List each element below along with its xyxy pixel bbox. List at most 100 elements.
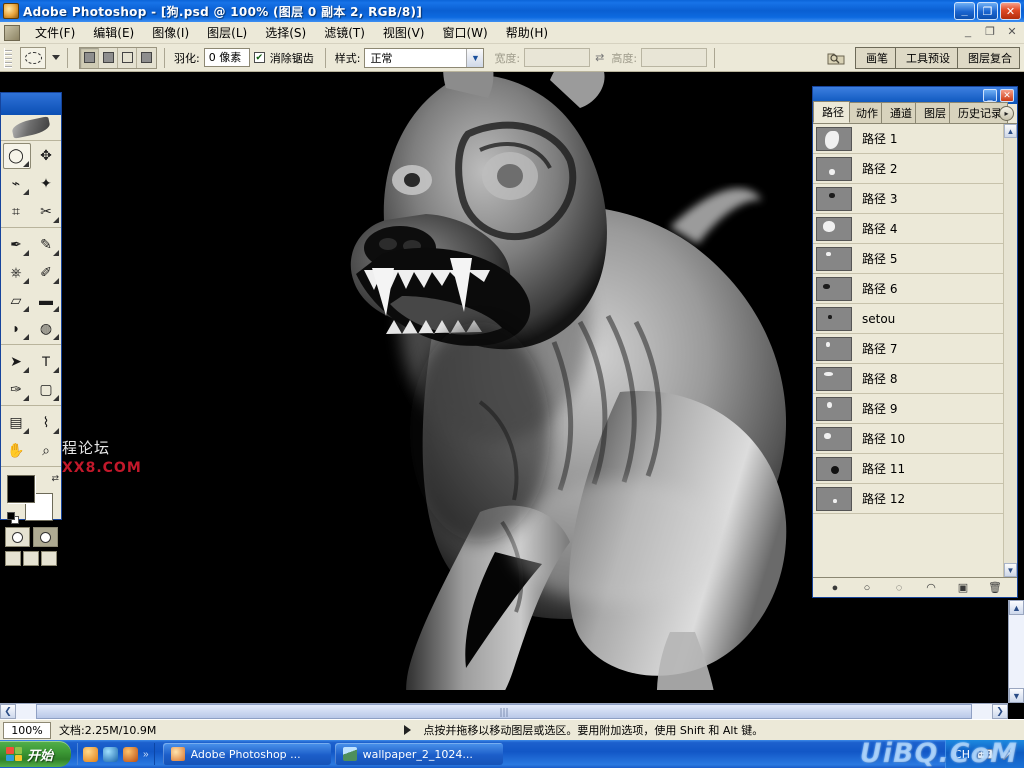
tab-actions[interactable]: 动作 [847,102,884,123]
start-button[interactable]: 开始 [0,741,71,767]
tool-dodge[interactable]: ◍ [31,314,61,342]
stroke-path-icon[interactable]: ○ [859,580,875,595]
quicklaunch-overflow-icon[interactable]: » [143,749,149,760]
scroll-left-button[interactable]: ❮ [0,704,16,719]
load-path-as-selection-icon[interactable]: ◌ [891,580,907,595]
tool-hand[interactable]: ✋ [1,436,31,464]
menu-file[interactable]: 文件(F) [26,22,84,43]
chevron-down-icon[interactable]: ▼ [466,49,483,67]
tool-rounded-rectangle[interactable]: ▢ [31,375,61,403]
horizontal-scroll-track[interactable] [16,704,992,719]
keyboard-icon[interactable] [977,747,993,761]
document-size-info[interactable]: 文档:2.25M/10.9M [59,722,156,738]
close-button[interactable]: ✕ [1000,2,1021,20]
tool-history-brush[interactable]: ✐ [31,258,61,286]
palette-tab-tool-presets[interactable]: 工具预设 [895,47,957,69]
document-restore-button[interactable]: ❐ [982,24,998,39]
intersect-selection-button[interactable] [137,48,156,68]
zoom-level-input[interactable]: 100% [3,722,51,739]
palette-minimize-button[interactable]: _ [983,89,997,102]
horizontal-scroll-thumb[interactable] [36,704,973,719]
fill-path-icon[interactable]: ● [827,580,843,595]
tab-paths[interactable]: 路径 [813,101,850,123]
default-colors-icon[interactable] [7,512,20,525]
scroll-up-button[interactable]: ▲ [1009,600,1024,615]
path-list-item[interactable]: setou [813,304,1003,334]
tool-blur[interactable]: ◗ [1,314,31,342]
full-screen-menubar-mode-button[interactable] [23,551,39,566]
tool-magic-wand[interactable]: ✦ [31,169,61,197]
scroll-down-button[interactable]: ▼ [1009,688,1024,703]
new-selection-button[interactable] [80,48,99,68]
maximize-button[interactable]: ❐ [977,2,998,20]
tool-type[interactable]: T [31,347,61,375]
tool-notes[interactable]: ▤ [1,408,31,436]
menu-help[interactable]: 帮助(H) [497,22,557,43]
ime-pen-icon[interactable] [1000,747,1016,761]
new-path-icon[interactable]: ▣ [955,580,971,595]
style-select[interactable]: 正常 ▼ [364,48,484,68]
path-list-item[interactable]: 路径 12 [813,484,1003,514]
standard-screen-mode-button[interactable] [5,551,21,566]
document-minimize-button[interactable]: _ [960,24,976,39]
swap-colors-icon[interactable]: ⇄ [51,473,59,484]
path-list-item[interactable]: 路径 11 [813,454,1003,484]
palette-tab-layer-comps[interactable]: 图层复合 [957,47,1020,69]
path-list-item[interactable]: 路径 10 [813,424,1003,454]
palette-close-button[interactable]: ✕ [1000,89,1014,102]
width-input[interactable] [524,48,590,67]
palette-menu-icon[interactable]: ▸ [999,106,1014,121]
tab-layers[interactable]: 图层 [915,102,952,123]
vertical-scrollbar[interactable]: ▲ ▼ [1008,600,1024,703]
quicklaunch-browser-icon[interactable] [83,747,98,762]
scroll-right-button[interactable]: ❯ [992,704,1008,719]
current-tool-preview[interactable] [20,47,46,69]
file-browser-icon[interactable] [825,48,847,68]
foreground-color-swatch[interactable] [7,475,35,503]
palette-scrollbar[interactable]: ▲ ▼ [1003,124,1017,577]
tool-slice[interactable]: ✂ [31,197,61,225]
tool-gradient[interactable]: ▬ [31,286,61,314]
quicklaunch-firefox-icon[interactable] [123,747,138,762]
toolbox-title-bar[interactable] [1,93,61,115]
tool-healing-brush[interactable]: ✒ [1,230,31,258]
feather-input[interactable]: 0 像素 [204,48,250,67]
menu-edit[interactable]: 编辑(E) [84,22,143,43]
menu-image[interactable]: 图像(I) [143,22,198,43]
tab-channels[interactable]: 通道 [881,102,918,123]
horizontal-scrollbar[interactable]: ❮ ❯ [0,703,1008,719]
path-list-item[interactable]: 路径 2 [813,154,1003,184]
paths-list[interactable]: 路径 1 路径 2 路径 3 路径 4 路径 5 [813,124,1003,577]
tool-crop[interactable]: ⌗ [1,197,31,225]
status-menu-arrow-icon[interactable] [404,725,411,735]
delete-path-trash-icon[interactable]: 🗑 [987,580,1003,595]
scroll-up-button[interactable]: ▲ [1004,124,1017,138]
path-list-item[interactable]: 路径 5 [813,244,1003,274]
tool-clone-stamp[interactable]: ⎈ [1,258,31,286]
height-input[interactable] [641,48,707,67]
add-to-selection-button[interactable] [99,48,118,68]
tool-brush[interactable]: ✎ [31,230,61,258]
path-list-item[interactable]: 路径 6 [813,274,1003,304]
antialias-checkbox[interactable]: ✔ 消除锯齿 [254,50,318,66]
tool-path-selection[interactable]: ➤ [1,347,31,375]
tool-preset-chevron-down-icon[interactable] [52,55,60,60]
quicklaunch-ie-icon[interactable] [103,747,118,762]
path-list-item[interactable]: 路径 7 [813,334,1003,364]
menu-select[interactable]: 选择(S) [256,22,315,43]
language-indicator[interactable]: CH [954,748,970,761]
palette-tab-brushes[interactable]: 画笔 [855,47,895,69]
path-list-item[interactable]: 路径 8 [813,364,1003,394]
quick-mask-mode-button[interactable] [33,527,58,547]
path-list-item[interactable]: 路径 1 [813,124,1003,154]
tool-lasso[interactable]: ⌁ [1,169,31,197]
path-list-item[interactable]: 路径 9 [813,394,1003,424]
tool-zoom[interactable]: ⌕ [31,436,61,464]
path-list-item[interactable]: 路径 4 [813,214,1003,244]
tool-eyedropper[interactable]: ⌇ [31,408,61,436]
menu-filter[interactable]: 滤镜(T) [315,22,374,43]
tool-elliptical-marquee[interactable]: ◯ [1,141,31,169]
minimize-button[interactable]: _ [954,2,975,20]
task-button-wallpaper[interactable]: wallpaper_2_1024... [335,743,503,765]
tool-move[interactable]: ✥ [31,141,61,169]
